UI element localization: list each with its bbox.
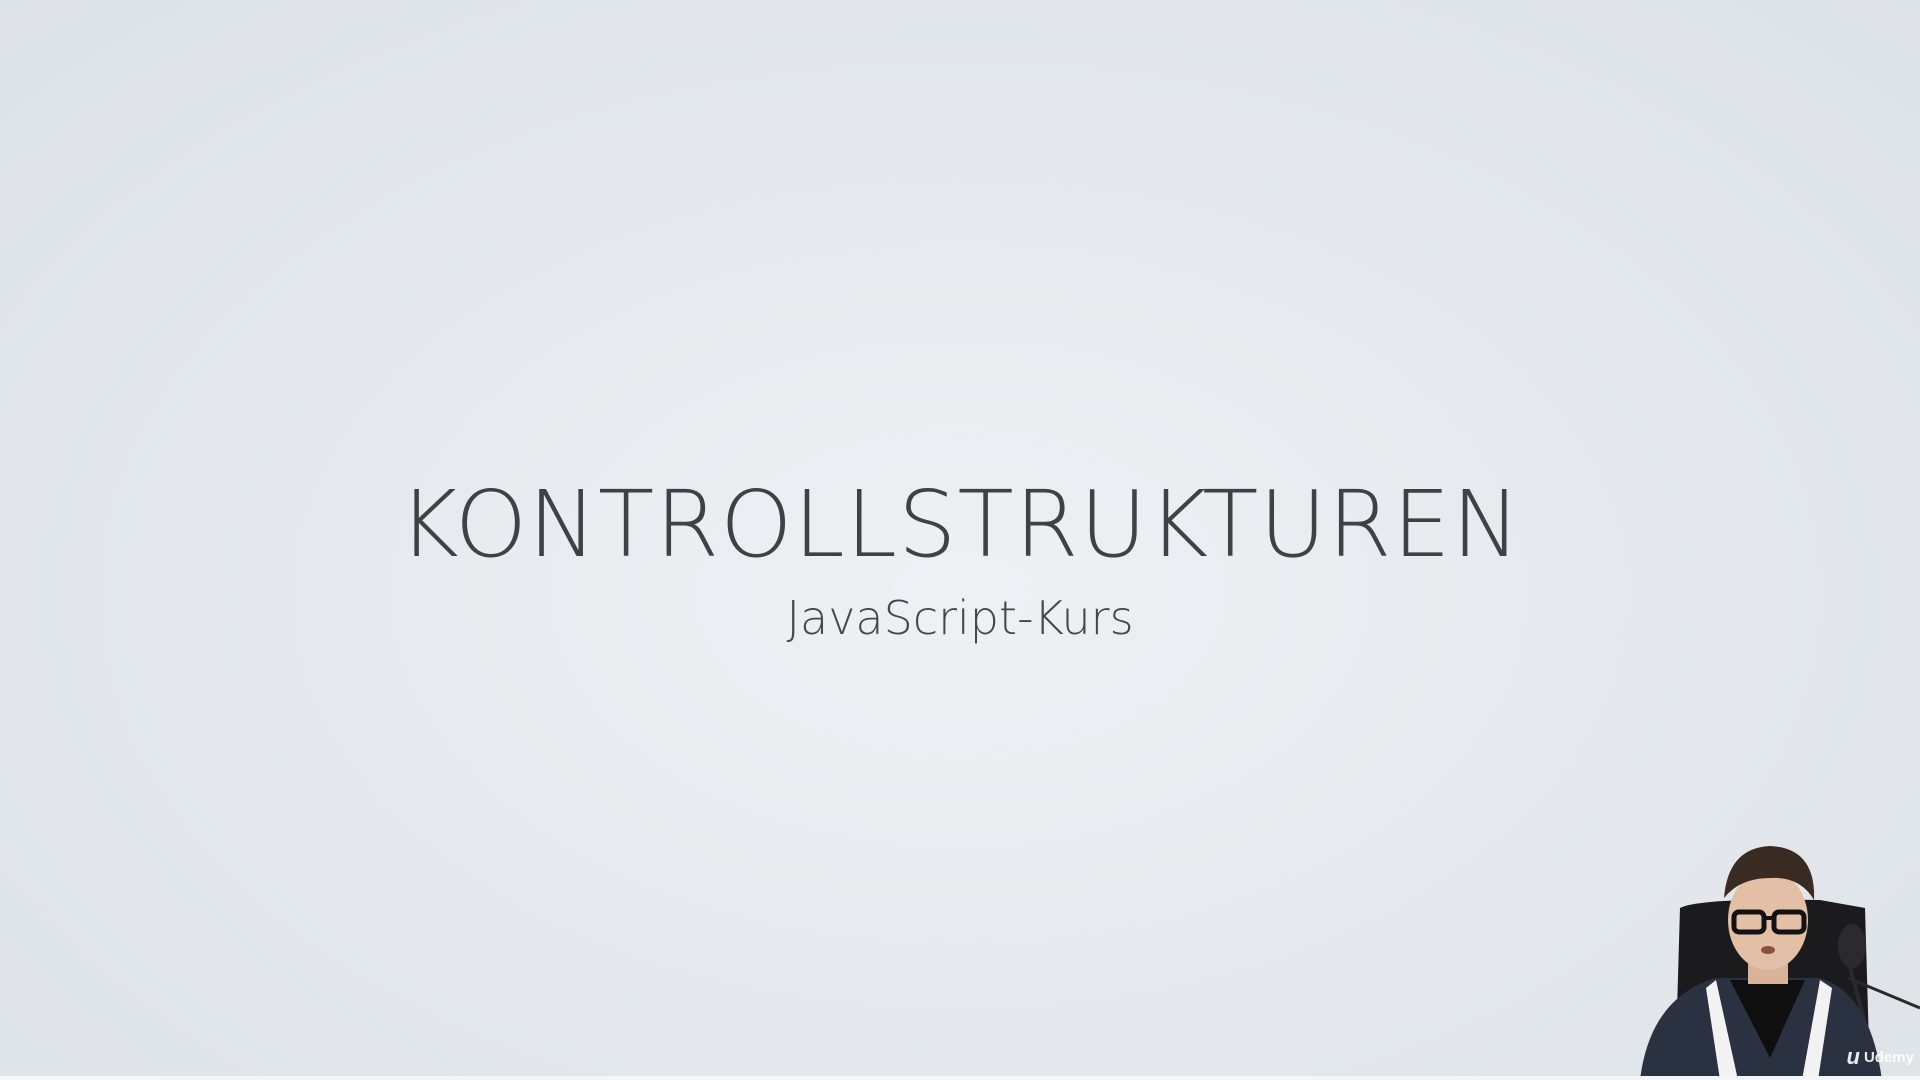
microphone-icon: [1838, 924, 1866, 968]
webcam-overlay: u Udemy: [1620, 828, 1920, 1080]
presenter-video: [1640, 846, 1920, 1080]
udemy-logo-icon: u: [1846, 1044, 1860, 1069]
bottom-edge-strip: [0, 1076, 1920, 1080]
udemy-logo: u Udemy: [1847, 1044, 1914, 1070]
presentation-slide: KONTROLLSTRUKTUREN JavaScript-Kurs u Ude…: [0, 0, 1920, 1080]
udemy-logo-text: Udemy: [1863, 1048, 1914, 1066]
slide-title: KONTROLLSTRUKTUREN: [398, 471, 1522, 578]
slide-subtitle: JavaScript-Kurs: [786, 591, 1134, 645]
